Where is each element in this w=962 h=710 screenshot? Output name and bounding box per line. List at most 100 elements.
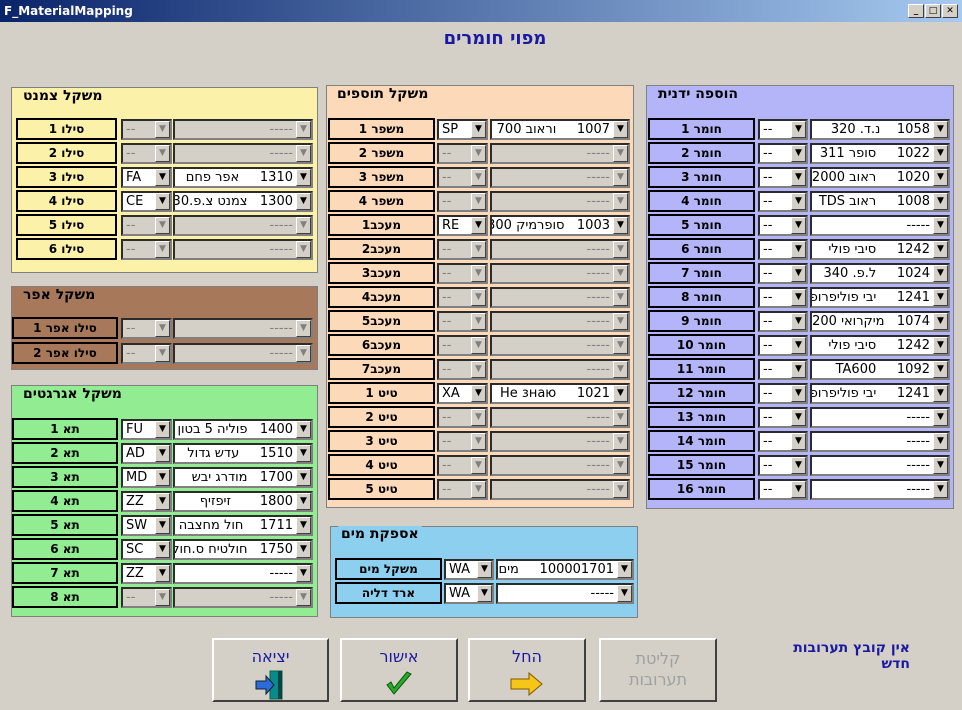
manual-material-select[interactable]: ----- ▼ — [810, 455, 950, 476]
maximize-icon[interactable]: □ — [925, 4, 941, 18]
chevron-down-icon[interactable]: ▼ — [933, 193, 948, 210]
aggregates-code-select[interactable]: FU ▼ — [121, 419, 172, 440]
manual-code-select[interactable]: -- ▼ — [758, 335, 808, 356]
cement-code-select[interactable]: CE ▼ — [121, 191, 172, 212]
chevron-down-icon[interactable]: ▼ — [933, 361, 948, 378]
chevron-down-icon[interactable]: ▼ — [791, 193, 806, 210]
chevron-down-icon[interactable]: ▼ — [155, 493, 170, 510]
additives-material-select[interactable]: 1007 וראוב 700 ▼ — [490, 119, 630, 140]
additives-code-select[interactable]: XA ▼ — [437, 383, 488, 404]
aggregates-material-select[interactable]: 1510 עדש גדול ▼ — [173, 443, 313, 464]
chevron-down-icon[interactable]: ▼ — [791, 409, 806, 426]
chevron-down-icon[interactable]: ▼ — [933, 145, 948, 162]
chevron-down-icon[interactable]: ▼ — [791, 361, 806, 378]
chevron-down-icon[interactable]: ▼ — [471, 121, 486, 138]
chevron-down-icon[interactable]: ▼ — [155, 169, 170, 186]
manual-code-select[interactable]: -- ▼ — [758, 191, 808, 212]
chevron-down-icon[interactable]: ▼ — [155, 445, 170, 462]
aggregates-material-select[interactable]: 1800 זיפזיף ▼ — [173, 491, 313, 512]
chevron-down-icon[interactable]: ▼ — [296, 541, 311, 558]
manual-code-select[interactable]: -- ▼ — [758, 239, 808, 260]
aggregates-material-select[interactable]: 1711 חול מחצבה ▼ — [173, 515, 313, 536]
chevron-down-icon[interactable]: ▼ — [791, 385, 806, 402]
aggregates-code-select[interactable]: ZZ ▼ — [121, 563, 172, 584]
manual-code-select[interactable]: -- ▼ — [758, 431, 808, 452]
chevron-down-icon[interactable]: ▼ — [296, 493, 311, 510]
aggregates-code-select[interactable]: MD ▼ — [121, 467, 172, 488]
manual-material-select[interactable]: 1241 יבי פוליפרופי ▼ — [810, 287, 950, 308]
manual-material-select[interactable]: 1074 מיקרואי 200 ▼ — [810, 311, 950, 332]
chevron-down-icon[interactable]: ▼ — [155, 541, 170, 558]
chevron-down-icon[interactable]: ▼ — [613, 217, 628, 234]
manual-code-select[interactable]: -- ▼ — [758, 119, 808, 140]
chevron-down-icon[interactable]: ▼ — [296, 565, 311, 582]
cement-material-select[interactable]: 1310 אפר פחם ▼ — [173, 167, 313, 188]
chevron-down-icon[interactable]: ▼ — [155, 565, 170, 582]
aggregates-material-select[interactable]: 1750 חולטיח ס.חול ▼ — [173, 539, 313, 560]
manual-code-select[interactable]: -- ▼ — [758, 311, 808, 332]
chevron-down-icon[interactable]: ▼ — [155, 421, 170, 438]
additives-code-select[interactable]: SP ▼ — [437, 119, 488, 140]
manual-material-select[interactable]: TA600 1092 ▼ — [810, 359, 950, 380]
water-material-select[interactable]: ----- ▼ — [496, 583, 634, 604]
chevron-down-icon[interactable]: ▼ — [791, 457, 806, 474]
chevron-down-icon[interactable]: ▼ — [791, 265, 806, 282]
chevron-down-icon[interactable]: ▼ — [791, 289, 806, 306]
exit-button[interactable]: יציאה — [212, 638, 329, 702]
manual-code-select[interactable]: -- ▼ — [758, 167, 808, 188]
chevron-down-icon[interactable]: ▼ — [933, 289, 948, 306]
manual-material-select[interactable]: ----- ▼ — [810, 479, 950, 500]
manual-code-select[interactable]: -- ▼ — [758, 263, 808, 284]
manual-material-select[interactable]: 1241 יבי פוליפרופי ▼ — [810, 383, 950, 404]
minimize-icon[interactable]: _ — [908, 4, 924, 18]
cement-code-select[interactable]: FA ▼ — [121, 167, 172, 188]
chevron-down-icon[interactable]: ▼ — [933, 385, 948, 402]
manual-code-select[interactable]: -- ▼ — [758, 479, 808, 500]
water-code-select[interactable]: WA ▼ — [444, 583, 494, 604]
chevron-down-icon[interactable]: ▼ — [933, 241, 948, 258]
manual-material-select[interactable]: 1008 ראוב TDS ▼ — [810, 191, 950, 212]
cement-material-select[interactable]: 1300 צמנט צ.פ.30 ▼ — [173, 191, 313, 212]
aggregates-code-select[interactable]: AD ▼ — [121, 443, 172, 464]
chevron-down-icon[interactable]: ▼ — [791, 217, 806, 234]
chevron-down-icon[interactable]: ▼ — [617, 585, 632, 602]
manual-code-select[interactable]: -- ▼ — [758, 407, 808, 428]
confirm-button[interactable]: אישור — [340, 638, 458, 702]
chevron-down-icon[interactable]: ▼ — [296, 469, 311, 486]
chevron-down-icon[interactable]: ▼ — [471, 217, 486, 234]
chevron-down-icon[interactable]: ▼ — [791, 241, 806, 258]
water-material-select[interactable]: 100001701 מים ▼ — [496, 559, 634, 580]
chevron-down-icon[interactable]: ▼ — [471, 385, 486, 402]
aggregates-code-select[interactable]: SW ▼ — [121, 515, 172, 536]
manual-material-select[interactable]: ----- ▼ — [810, 407, 950, 428]
chevron-down-icon[interactable]: ▼ — [296, 421, 311, 438]
chevron-down-icon[interactable]: ▼ — [296, 445, 311, 462]
chevron-down-icon[interactable]: ▼ — [933, 169, 948, 186]
aggregates-material-select[interactable]: ----- ▼ — [173, 563, 313, 584]
chevron-down-icon[interactable]: ▼ — [933, 433, 948, 450]
chevron-down-icon[interactable]: ▼ — [933, 409, 948, 426]
manual-material-select[interactable]: 1242 סיבי פולי ▼ — [810, 239, 950, 260]
manual-code-select[interactable]: -- ▼ — [758, 359, 808, 380]
chevron-down-icon[interactable]: ▼ — [933, 121, 948, 138]
water-code-select[interactable]: WA ▼ — [444, 559, 494, 580]
manual-code-select[interactable]: -- ▼ — [758, 287, 808, 308]
chevron-down-icon[interactable]: ▼ — [933, 337, 948, 354]
chevron-down-icon[interactable]: ▼ — [791, 481, 806, 498]
chevron-down-icon[interactable]: ▼ — [791, 169, 806, 186]
manual-material-select[interactable]: 1020 ראוב 2000 ▼ — [810, 167, 950, 188]
chevron-down-icon[interactable]: ▼ — [296, 169, 311, 186]
aggregates-material-select[interactable]: 1400 פוליה 5 בטון ▼ — [173, 419, 313, 440]
chevron-down-icon[interactable]: ▼ — [155, 469, 170, 486]
start-button[interactable]: החל — [468, 638, 586, 702]
manual-code-select[interactable]: -- ▼ — [758, 383, 808, 404]
aggregates-material-select[interactable]: 1700 מודרג יבש ▼ — [173, 467, 313, 488]
chevron-down-icon[interactable]: ▼ — [155, 517, 170, 534]
chevron-down-icon[interactable]: ▼ — [617, 561, 632, 578]
aggregates-code-select[interactable]: SC ▼ — [121, 539, 172, 560]
chevron-down-icon[interactable]: ▼ — [613, 385, 628, 402]
chevron-down-icon[interactable]: ▼ — [477, 561, 492, 578]
additives-material-select[interactable]: 1021 He знаю ▼ — [490, 383, 630, 404]
aggregates-code-select[interactable]: ZZ ▼ — [121, 491, 172, 512]
additives-code-select[interactable]: RE ▼ — [437, 215, 488, 236]
